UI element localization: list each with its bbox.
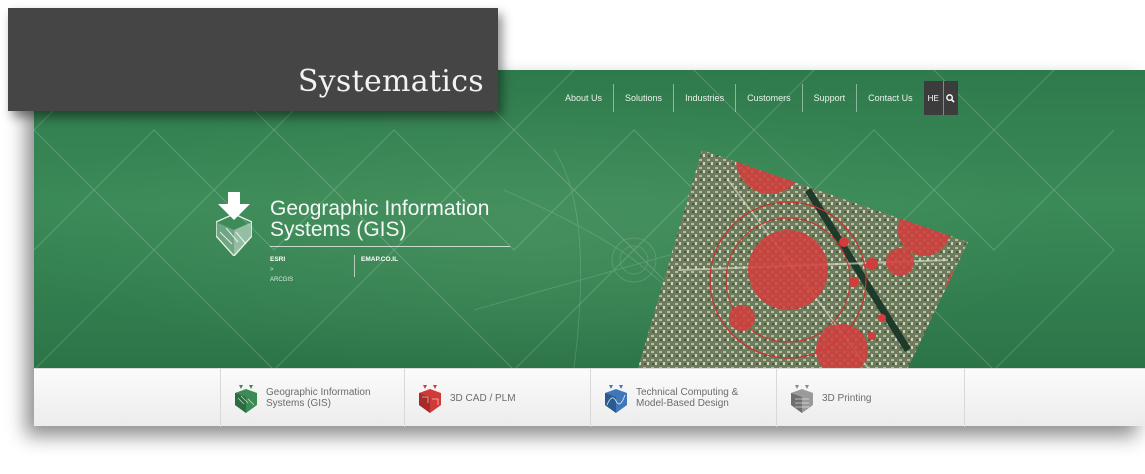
hero-divider xyxy=(270,246,510,247)
technical-computing-tab-icon xyxy=(605,385,627,413)
nav-support[interactable]: Support xyxy=(801,84,857,112)
tab-3d-printing[interactable]: 3D Printing xyxy=(777,369,965,427)
tab-technical-label: Technical Computing & Model-Based Design xyxy=(636,387,738,409)
nav-customers[interactable]: Customers xyxy=(735,84,802,112)
hero-title: Geographic Information Systems (GIS) xyxy=(270,198,489,240)
language-switch-he[interactable]: HE xyxy=(924,81,944,115)
tab-printing-line1: 3D Printing xyxy=(822,392,872,404)
tab-gis[interactable]: Geographic Information Systems (GIS) xyxy=(221,369,405,427)
hero-title-line1: Geographic Information xyxy=(270,197,490,220)
solutions-tab-bar: Geographic Information Systems (GIS) 3D … xyxy=(34,368,1145,427)
tab-technical-computing[interactable]: Technical Computing & Model-Based Design xyxy=(591,369,777,427)
logo-text: Systematics xyxy=(297,64,484,99)
tab-3d-cad-plm[interactable]: 3D CAD / PLM xyxy=(405,369,591,427)
hero-banner: About Us Solutions Industries Customers … xyxy=(34,70,1145,368)
gis-logo-icon xyxy=(216,192,252,256)
tab-technical-line2: Model-Based Design xyxy=(636,398,729,409)
tab-cad-line1: 3D CAD / PLM xyxy=(450,392,516,404)
logo-box[interactable]: Systematics xyxy=(8,8,498,111)
arcgis-link[interactable]: > ARCGIS xyxy=(270,265,293,285)
search-icon xyxy=(946,93,955,103)
emap-link[interactable]: EMAP.CO.IL xyxy=(361,255,398,265)
nav-about-us[interactable]: About Us xyxy=(554,84,613,112)
emap-link-group: EMAP.CO.IL xyxy=(354,255,398,277)
hero-title-line2: Systems (GIS) xyxy=(270,218,407,241)
tab-printing-label: 3D Printing xyxy=(822,393,871,404)
tab-gis-line2: Systems (GIS) xyxy=(266,398,332,409)
gis-tab-icon xyxy=(235,385,257,413)
printing-tab-icon xyxy=(791,385,813,413)
nav-tools: HE xyxy=(923,81,958,115)
cad-tab-icon xyxy=(419,385,441,413)
tab-gis-label: Geographic Information Systems (GIS) xyxy=(266,387,371,409)
aerial-map-image xyxy=(638,150,968,368)
search-button[interactable] xyxy=(944,81,958,115)
esri-link[interactable]: ESRI xyxy=(270,255,293,265)
nav-industries[interactable]: Industries xyxy=(673,84,735,112)
top-navigation: About Us Solutions Industries Customers … xyxy=(554,81,958,115)
nav-contact-us[interactable]: Contact Us xyxy=(856,84,924,112)
esri-link-group: ESRI > ARCGIS xyxy=(270,255,293,285)
tab-cad-label: 3D CAD / PLM xyxy=(450,393,516,404)
nav-solutions[interactable]: Solutions xyxy=(613,84,673,112)
tab-gis-line1: Geographic Information xyxy=(266,387,371,398)
tab-technical-line1: Technical Computing & xyxy=(636,387,739,398)
